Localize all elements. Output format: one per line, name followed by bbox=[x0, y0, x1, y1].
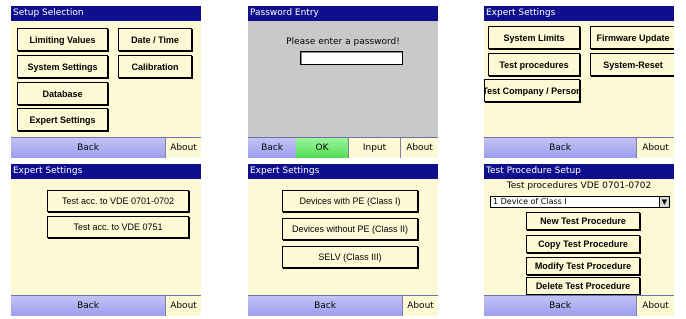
device-class-select[interactable]: 1 Device of Class I ▼ bbox=[490, 196, 670, 208]
calibration-button[interactable]: Calibration bbox=[118, 55, 192, 78]
window-title: Expert Settings bbox=[11, 164, 201, 179]
about-button[interactable]: About bbox=[165, 295, 201, 316]
procedures-heading: Test procedures VDE 0701-0702 bbox=[506, 181, 652, 191]
ok-button[interactable]: OK bbox=[296, 137, 348, 158]
bottom-bar: Back About bbox=[484, 295, 674, 316]
bottom-bar: Back About bbox=[11, 295, 201, 316]
about-button[interactable]: About bbox=[402, 295, 438, 316]
system-settings-button[interactable]: System Settings bbox=[17, 55, 108, 78]
test-procedure-setup-panel: Test Procedure Setup Test procedures VDE… bbox=[484, 164, 674, 316]
database-button[interactable]: Database bbox=[17, 82, 108, 105]
test-procedures-button[interactable]: Test procedures bbox=[488, 53, 580, 76]
expert-settings-panel-1: Expert Settings System Limits Firmware U… bbox=[484, 6, 674, 158]
back-button[interactable]: Back bbox=[11, 137, 165, 158]
about-button[interactable]: About bbox=[165, 137, 201, 158]
window-title: Password Entry bbox=[248, 6, 438, 21]
delete-test-procedure-button[interactable]: Delete Test Procedure bbox=[526, 277, 640, 295]
bottom-bar: Back About bbox=[248, 295, 438, 316]
bottom-bar: Back About bbox=[11, 137, 201, 158]
expert-settings-button[interactable]: Expert Settings bbox=[17, 108, 108, 131]
window-title: Expert Settings bbox=[248, 164, 438, 179]
selv-class-3-button[interactable]: SELV (Class III) bbox=[282, 246, 418, 268]
window-title: Expert Settings bbox=[484, 6, 674, 21]
password-entry-panel: Password Entry Please enter a password! … bbox=[248, 6, 438, 158]
window-title: Test Procedure Setup bbox=[484, 164, 674, 179]
system-reset-button[interactable]: System-Reset bbox=[590, 53, 674, 76]
selected-value: 1 Device of Class I bbox=[493, 197, 567, 206]
modify-test-procedure-button[interactable]: Modify Test Procedure bbox=[526, 257, 640, 275]
password-field[interactable] bbox=[300, 51, 403, 65]
devices-class-1-button[interactable]: Devices with PE (Class I) bbox=[282, 190, 418, 212]
back-button[interactable]: Back bbox=[248, 295, 402, 316]
date-time-button[interactable]: Date / Time bbox=[118, 28, 192, 51]
window-title: Setup Selection bbox=[11, 6, 201, 21]
limiting-values-button[interactable]: Limiting Values bbox=[17, 28, 108, 51]
bottom-bar: Back About bbox=[484, 137, 674, 158]
bottom-bar: Back OK Input About bbox=[248, 137, 438, 158]
back-button[interactable]: Back bbox=[11, 295, 165, 316]
new-test-procedure-button[interactable]: New Test Procedure bbox=[526, 212, 640, 230]
back-button[interactable]: Back bbox=[484, 295, 636, 316]
expert-settings-panel-3: Expert Settings Devices with PE (Class I… bbox=[248, 164, 438, 316]
about-button[interactable]: About bbox=[400, 137, 438, 158]
setup-selection-panel: Setup Selection Limiting Values Date / T… bbox=[11, 6, 201, 158]
system-limits-button[interactable]: System Limits bbox=[488, 26, 580, 49]
about-button[interactable]: About bbox=[636, 295, 674, 316]
expert-settings-panel-2: Expert Settings Test acc. to VDE 0701-07… bbox=[11, 164, 201, 316]
devices-class-2-button[interactable]: Devices without PE (Class II) bbox=[282, 218, 418, 240]
test-company-person-button[interactable]: Test Company / Person bbox=[484, 79, 580, 102]
back-button[interactable]: Back bbox=[248, 137, 296, 158]
test-vde-0751-button[interactable]: Test acc. to VDE 0751 bbox=[47, 216, 189, 238]
firmware-update-button[interactable]: Firmware Update bbox=[590, 26, 674, 49]
test-vde-0701-0702-button[interactable]: Test acc. to VDE 0701-0702 bbox=[47, 190, 189, 212]
back-button[interactable]: Back bbox=[484, 137, 636, 158]
chevron-down-icon[interactable]: ▼ bbox=[659, 197, 669, 207]
input-button[interactable]: Input bbox=[348, 137, 400, 158]
copy-test-procedure-button[interactable]: Copy Test Procedure bbox=[526, 235, 640, 253]
about-button[interactable]: About bbox=[636, 137, 674, 158]
password-prompt: Please enter a password! bbox=[286, 37, 400, 47]
